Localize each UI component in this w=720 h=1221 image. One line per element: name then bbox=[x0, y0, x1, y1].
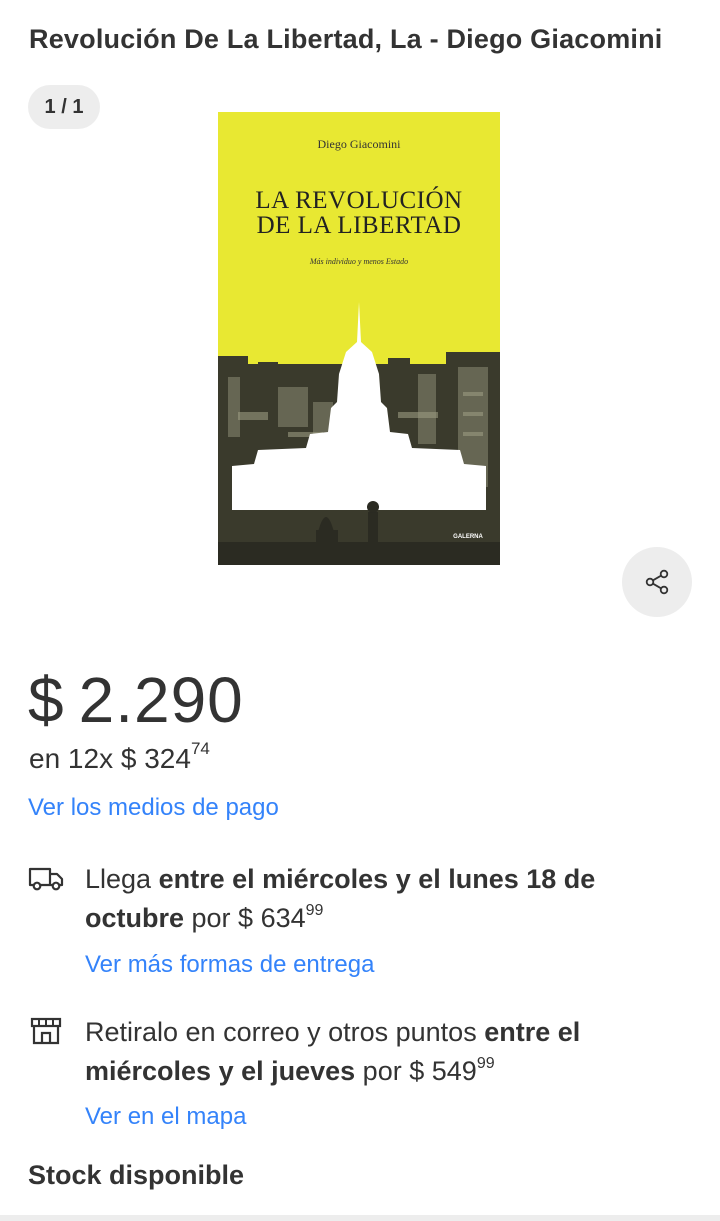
shipping-cents: 99 bbox=[305, 902, 324, 919]
truck-icon bbox=[28, 866, 64, 897]
installments-cents: 74 bbox=[190, 738, 210, 758]
stock-status: Stock disponible bbox=[28, 1160, 245, 1190]
cover-title-line1: LA REVOLUCIÓN bbox=[255, 186, 462, 214]
installments-currency: $ bbox=[120, 743, 137, 774]
gallery-counter: 1 / 1 bbox=[28, 85, 100, 129]
section-divider bbox=[0, 1215, 720, 1221]
installments: en 12x $ 32474 bbox=[29, 740, 210, 778]
payment-methods-link[interactable]: Ver los medios de pago bbox=[28, 793, 279, 823]
cover-art: Diego Giacomini LA REVOLUCIÓN DE LA LIBE… bbox=[218, 112, 500, 565]
pickup-info: Retiralo en correo y otros puntos entre … bbox=[85, 1013, 685, 1091]
product-title: Revolución De La Libertad, La - Diego Gi… bbox=[29, 24, 663, 54]
share-button[interactable] bbox=[622, 547, 692, 617]
book-cover-image[interactable]: Diego Giacomini LA REVOLUCIÓN DE LA LIBE… bbox=[218, 112, 500, 565]
shipping-info: Llega entre el miércoles y el lunes 18 d… bbox=[85, 860, 685, 938]
shipping-lead: Llega bbox=[85, 864, 159, 894]
cover-author: Diego Giacomini bbox=[318, 137, 402, 151]
pickup-cents: 99 bbox=[476, 1055, 495, 1072]
shipping-dates: entre el miércoles y el lunes 18 de octu… bbox=[85, 864, 596, 933]
price: $2.290 bbox=[28, 664, 244, 736]
installments-prefix: en 12x bbox=[29, 743, 114, 774]
shipping-mid: por bbox=[184, 903, 239, 933]
shipping-amount: 634 bbox=[260, 903, 306, 933]
shipping-currency: $ bbox=[238, 903, 254, 933]
view-map-link[interactable]: Ver en el mapa bbox=[85, 1102, 246, 1132]
cover-title-line2: DE LA LIBERTAD bbox=[257, 212, 462, 239]
pickup-amount: 549 bbox=[431, 1056, 477, 1086]
cover-subtitle: Más individuo y menos Estado bbox=[309, 257, 408, 266]
price-currency: $ bbox=[28, 664, 65, 736]
pickup-mid: por bbox=[355, 1056, 410, 1086]
share-icon bbox=[645, 569, 669, 595]
store-icon bbox=[30, 1017, 62, 1050]
pickup-currency: $ bbox=[409, 1056, 425, 1086]
more-delivery-options-link[interactable]: Ver más formas de entrega bbox=[85, 950, 374, 980]
price-amount: 2.290 bbox=[78, 664, 244, 736]
cover-publisher: GALERNA bbox=[453, 534, 483, 540]
installments-amount: 324 bbox=[144, 743, 191, 774]
pickup-lead: Retiralo en correo y otros puntos bbox=[85, 1017, 485, 1047]
